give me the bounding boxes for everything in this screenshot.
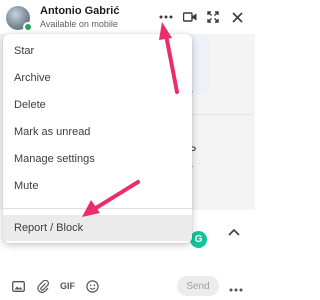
compose-toolbar: GIF Send xyxy=(0,272,255,300)
more-options-button[interactable] xyxy=(157,8,175,26)
gif-button[interactable]: GIF xyxy=(60,278,75,294)
emoji-icon xyxy=(86,279,99,293)
menu-item-manage-settings[interactable]: Manage settings xyxy=(3,146,192,172)
send-button[interactable]: Send xyxy=(177,276,219,296)
expand-button[interactable] xyxy=(204,8,222,26)
video-call-button[interactable] xyxy=(181,8,199,26)
attach-button[interactable] xyxy=(37,278,49,294)
menu-item-archive[interactable]: Archive xyxy=(3,65,192,91)
menu-item-delete[interactable]: Delete xyxy=(3,92,192,118)
more-icon xyxy=(159,15,173,19)
paperclip-icon xyxy=(37,279,49,293)
image-icon xyxy=(12,280,25,292)
more-compose-options-button[interactable] xyxy=(229,282,243,298)
contact-status: Available on mobile xyxy=(40,19,118,29)
video-call-icon xyxy=(183,12,197,22)
close-icon xyxy=(231,11,243,23)
more-icon xyxy=(229,288,243,292)
chat-header: Antonio Gabrić Available on mobile xyxy=(0,0,255,34)
chevron-up-icon xyxy=(228,228,240,236)
menu-divider xyxy=(3,208,192,209)
divider xyxy=(190,114,252,115)
close-button[interactable] xyxy=(228,8,246,26)
menu-item-mute[interactable]: Mute xyxy=(3,173,192,199)
emoji-button[interactable] xyxy=(86,278,99,294)
menu-item-star[interactable]: Star xyxy=(3,38,192,64)
expand-compose-button[interactable] xyxy=(226,224,242,240)
menu-item-report-block[interactable]: Report / Block xyxy=(3,215,192,241)
contact-name[interactable]: Antonio Gabrić xyxy=(40,5,119,17)
menu-item-mark-as-unread[interactable]: Mark as unread xyxy=(3,119,192,145)
image-button[interactable] xyxy=(12,278,25,294)
conversation-options-menu: Star Archive Delete Mark as unread Manag… xyxy=(3,34,192,243)
presence-indicator xyxy=(23,22,33,32)
grammarly-button[interactable]: G xyxy=(190,231,207,248)
expand-icon xyxy=(207,11,219,23)
